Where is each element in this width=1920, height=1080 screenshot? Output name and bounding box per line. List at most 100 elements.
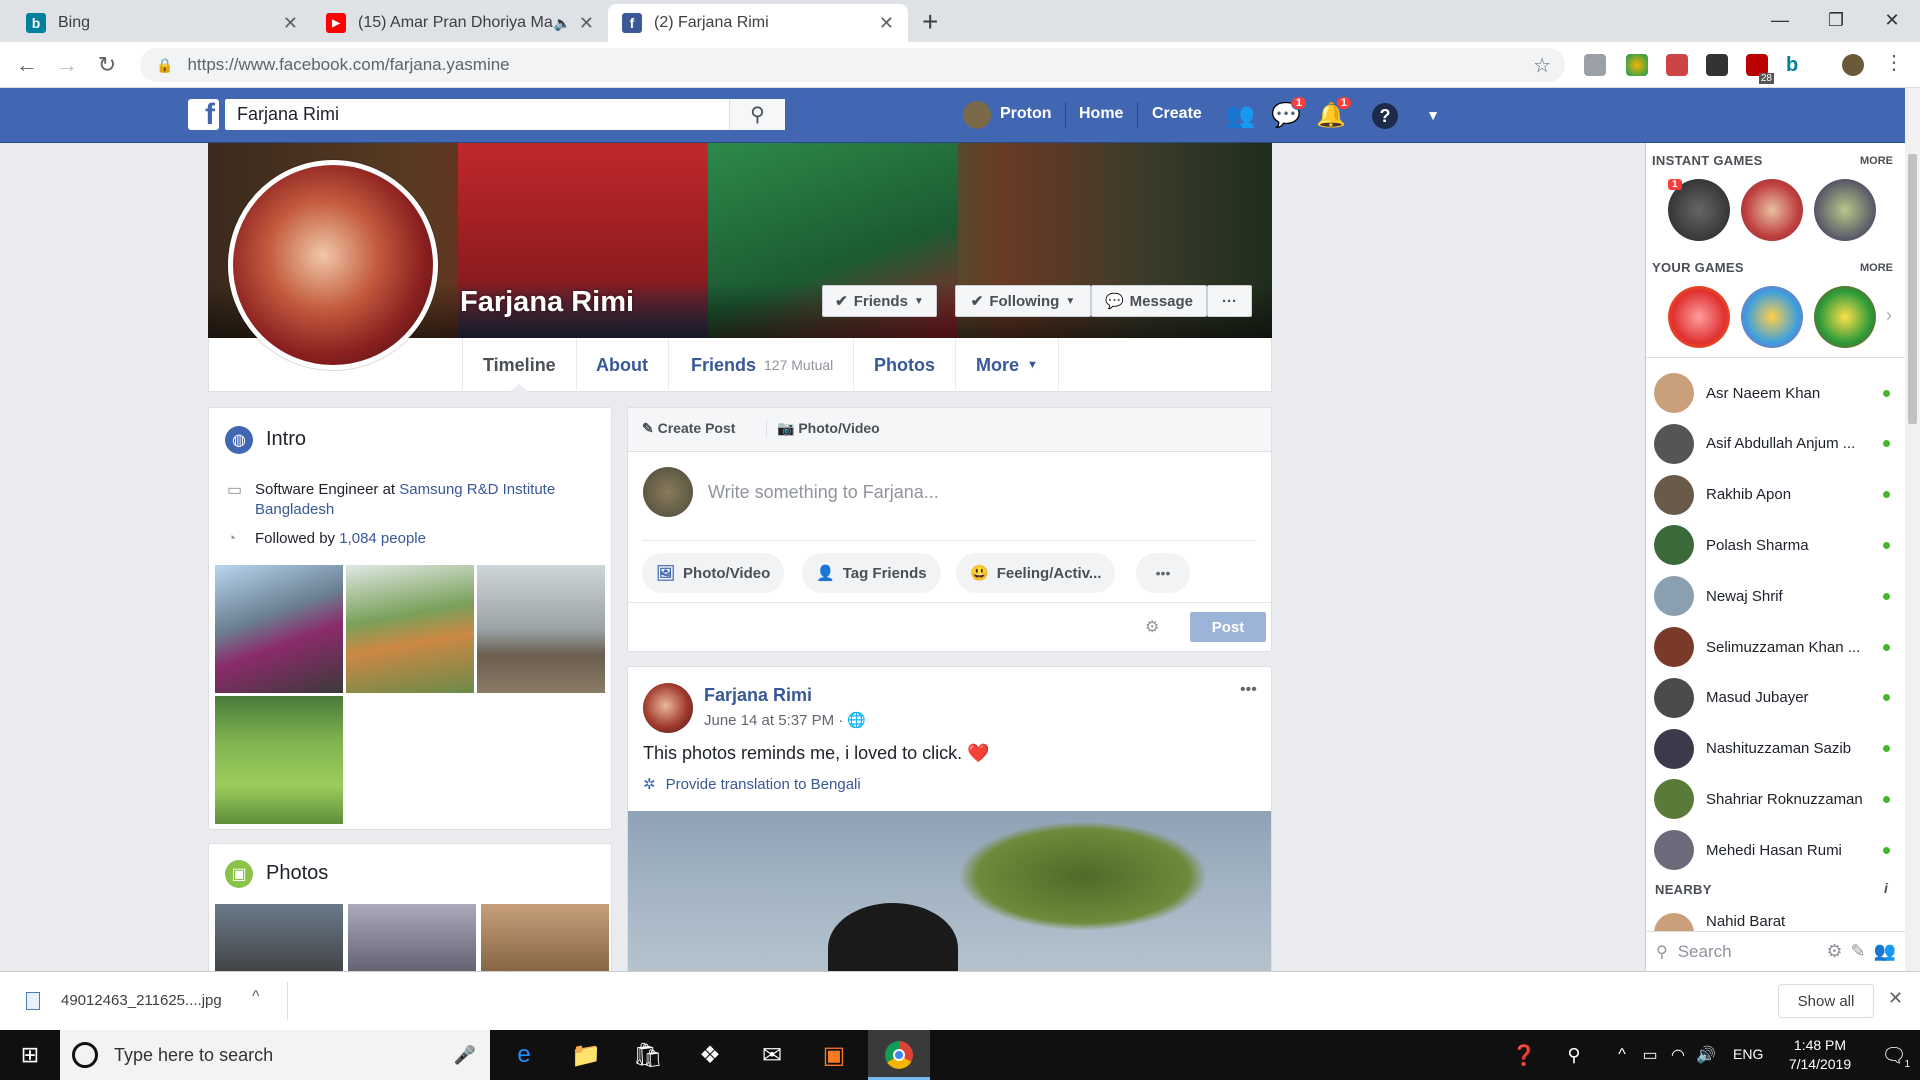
followers-link[interactable]: 1,084 people — [339, 530, 426, 547]
bookmark-star-icon[interactable]: ☆ — [1533, 53, 1551, 78]
chat-friend-row[interactable]: Shahriar Roknuzzaman — [1654, 779, 1904, 820]
intro-photo-2[interactable] — [346, 565, 474, 693]
following-button[interactable]: ✔ Following ▼ — [955, 285, 1091, 317]
chat-friend-row[interactable]: Nashituzzaman Sazib — [1654, 728, 1904, 769]
taskbar-search[interactable]: Type here to search 🎤 — [60, 1030, 490, 1080]
instant-games-more[interactable]: MORE — [1860, 155, 1893, 167]
post-button[interactable]: Post — [1190, 612, 1266, 642]
intro-photo-1[interactable] — [215, 565, 343, 693]
profile-picture[interactable] — [228, 160, 438, 370]
tab-about[interactable]: About — [576, 338, 669, 392]
message-button[interactable]: 💬 Message — [1091, 285, 1207, 317]
camera-icon[interactable] — [1584, 54, 1606, 76]
close-tab-icon[interactable]: ✕ — [283, 13, 298, 34]
your-games-more[interactable]: MORE — [1860, 262, 1893, 274]
info-icon[interactable]: i — [1884, 880, 1888, 896]
chat-search-input[interactable]: Search — [1678, 942, 1732, 962]
translate-link[interactable]: Provide translation to Bengali — [666, 776, 861, 793]
post-image[interactable] — [628, 811, 1271, 985]
facebook-logo-icon[interactable]: f — [188, 99, 219, 130]
store-icon[interactable]: 🛍 — [630, 1038, 666, 1072]
instant-game-2[interactable] — [1741, 179, 1803, 241]
chat-friend-row[interactable]: Polash Sharma — [1654, 525, 1904, 566]
microphone-icon[interactable]: 🎤 — [454, 1045, 476, 1066]
close-tab-icon[interactable]: ✕ — [579, 13, 594, 34]
friend-requests-icon[interactable]: 👥 — [1225, 100, 1255, 130]
profile-name[interactable]: Farjana Rimi — [460, 286, 634, 319]
nav-profile-name[interactable]: Proton — [1000, 105, 1052, 123]
help-tray-icon[interactable]: ❓ — [1506, 1038, 1542, 1072]
friends-button[interactable]: ✔ Friends ▼ — [822, 285, 937, 317]
composer-more-button[interactable]: ••• — [1136, 553, 1190, 593]
notifications-icon[interactable]: 🔔 1 — [1316, 96, 1352, 130]
close-download-bar-icon[interactable]: ✕ — [1888, 988, 1903, 1009]
group-icon[interactable]: 👥 — [1874, 941, 1896, 962]
post-time[interactable]: June 14 at 5:37 PM · — [704, 712, 847, 729]
instant-game-3[interactable] — [1814, 179, 1876, 241]
chat-friend-row[interactable]: Asif Abdullah Anjum ... — [1654, 423, 1904, 464]
page-scrollbar[interactable] — [1905, 88, 1920, 971]
edge-icon[interactable]: e — [506, 1038, 542, 1072]
tab-photos[interactable]: Photos — [854, 338, 956, 392]
chrome-menu-icon[interactable]: ⋮ — [1884, 50, 1904, 75]
tab-facebook[interactable]: f (2) Farjana Rimi ✕ — [608, 4, 908, 42]
file-explorer-icon[interactable]: 📁 — [568, 1038, 604, 1072]
settings-icon[interactable]: ⚙ — [1145, 617, 1159, 637]
nav-create[interactable]: Create — [1152, 105, 1202, 123]
mail-icon[interactable]: ✉ — [754, 1038, 790, 1072]
tab-youtube[interactable]: ▶ (15) Amar Pran Dhoriya Marc 🔈 ✕ — [312, 4, 608, 42]
feeling-button[interactable]: 😃 Feeling/Activ... — [956, 553, 1116, 593]
photo-video-tab[interactable]: 📷 Photo/Video — [766, 420, 880, 437]
chevron-up-icon[interactable]: ^ — [252, 988, 260, 1006]
tab-bing[interactable]: b Bing ✕ — [12, 4, 312, 42]
maximize-icon[interactable]: ❐ — [1808, 0, 1864, 40]
tab-friends[interactable]: Friends 127 Mutual — [671, 338, 855, 392]
search-icon[interactable]: ⚲ — [729, 99, 785, 130]
intro-photo-3[interactable] — [477, 565, 605, 693]
compose-icon[interactable]: ✎ — [1850, 941, 1865, 962]
action-center-icon[interactable]: 🗨 1 — [1876, 1038, 1912, 1072]
composer-input[interactable]: Write something to Farjana... — [708, 482, 939, 503]
scrollbar-thumb[interactable] — [1908, 154, 1917, 424]
incognito-icon[interactable] — [1706, 54, 1728, 76]
create-post-tab[interactable]: ✎ Create Post — [642, 420, 735, 437]
close-window-icon[interactable]: ✕ — [1864, 0, 1920, 40]
chrome-taskbar-button[interactable] — [868, 1030, 930, 1080]
account-menu-icon[interactable]: ▼ — [1418, 100, 1448, 130]
people-icon[interactable]: ⚲ — [1556, 1038, 1592, 1072]
nearby-friend[interactable]: Nahid Barat — [1654, 913, 1904, 931]
photo-video-button[interactable]: 🖼 Photo/Video — [642, 553, 785, 593]
profile-more-button[interactable]: ··· — [1207, 285, 1252, 317]
profile-avatar[interactable] — [1842, 54, 1864, 76]
extension-icon[interactable] — [1626, 54, 1648, 76]
xampp-icon[interactable]: ▣ — [816, 1038, 852, 1072]
instant-game-1[interactable]: 1 — [1668, 179, 1730, 241]
pdf-icon[interactable] — [1666, 54, 1688, 76]
chevron-right-icon[interactable]: › — [1886, 305, 1892, 326]
volume-icon[interactable]: 🔊 — [1688, 1038, 1724, 1072]
back-icon[interactable]: ← — [12, 50, 42, 80]
clock[interactable]: 1:48 PM 7/14/2019 — [1770, 1036, 1870, 1074]
reload-icon[interactable]: ↻ — [92, 50, 122, 80]
nav-home[interactable]: Home — [1079, 105, 1123, 123]
your-game-2[interactable] — [1741, 286, 1803, 348]
user-avatar[interactable] — [963, 101, 991, 129]
language-indicator[interactable]: ENG — [1733, 1046, 1763, 1062]
url-bar[interactable]: 🔒 https://www.facebook.com/farjana.yasmi… — [140, 48, 1565, 82]
chat-friend-row[interactable]: Rakhib Apon — [1654, 474, 1904, 515]
windows-start-icon[interactable]: ⊞ — [12, 1038, 48, 1072]
messenger-icon[interactable]: 💬 1 — [1271, 96, 1307, 130]
new-tab-button[interactable]: + — [922, 6, 938, 38]
chat-friend-row[interactable]: Mehedi Hasan Rumi — [1654, 830, 1904, 871]
post-author-avatar[interactable] — [643, 683, 693, 733]
audio-playing-icon[interactable]: 🔈 — [553, 15, 570, 32]
gear-icon[interactable]: ⚙ — [1826, 941, 1842, 962]
help-icon[interactable]: ? — [1372, 103, 1398, 129]
chat-friend-row[interactable]: Newaj Shrif — [1654, 576, 1904, 617]
your-game-1[interactable] — [1668, 286, 1730, 348]
your-game-3[interactable] — [1814, 286, 1876, 348]
post-menu-icon[interactable]: ••• — [1240, 681, 1257, 699]
minimize-icon[interactable]: — — [1752, 0, 1808, 40]
download-filename[interactable]: 49012463_211625....jpg — [61, 992, 222, 1009]
extension-badge-icon[interactable]: 28 — [1746, 54, 1774, 84]
